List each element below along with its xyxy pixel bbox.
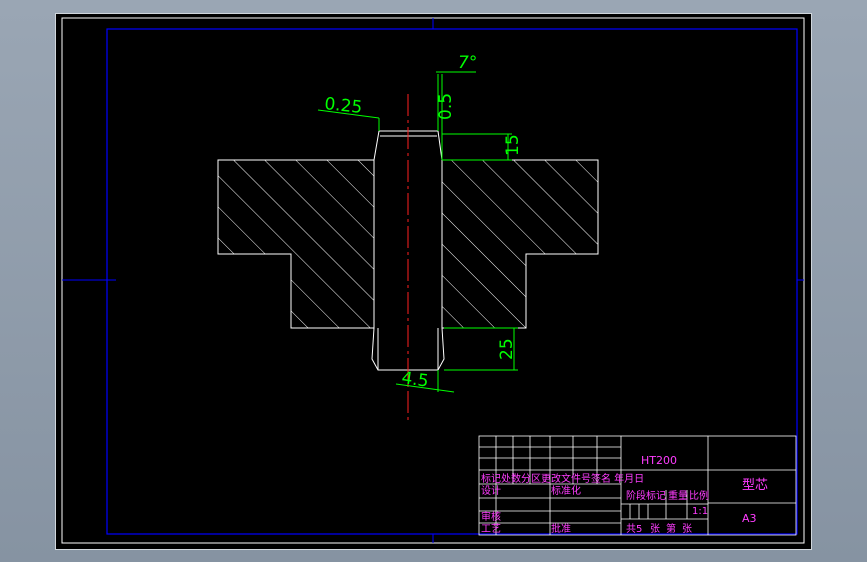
top-small-dimension: 0.5 bbox=[436, 93, 456, 120]
approve-label: 批准 bbox=[551, 522, 571, 535]
sheet-size: A3 bbox=[742, 512, 757, 525]
sheet-unit-1: 张 bbox=[650, 523, 660, 535]
drawing-canvas: 7° 0.25 0.5 15 25 4.5 HT200 型芯 A3 标记处数分区… bbox=[61, 17, 805, 544]
chamfer-dimension: 0.25 bbox=[323, 94, 363, 118]
angle-dimension: 7° bbox=[458, 53, 477, 73]
cad-viewport[interactable]: 7° 0.25 0.5 15 25 4.5 HT200 型芯 A3 标记处数分区… bbox=[55, 13, 812, 550]
section-left bbox=[217, 159, 375, 329]
process-label: 工艺 bbox=[481, 523, 501, 535]
bottom-height-dimension: 25 bbox=[497, 338, 517, 360]
standardize-label: 标准化 bbox=[551, 484, 581, 497]
sheet-border bbox=[61, 17, 805, 544]
sheet-total: 共5 bbox=[626, 523, 642, 535]
scale-value: 1:1 bbox=[692, 506, 708, 517]
designer-label: 设计 bbox=[481, 484, 501, 497]
stage-mark-header: 阶段标记 bbox=[626, 489, 666, 502]
part-name: 型芯 bbox=[742, 478, 768, 493]
sheet-index: 第 bbox=[666, 522, 676, 535]
bottom-width-dimension: 4.5 bbox=[400, 368, 430, 392]
center-marks bbox=[62, 18, 804, 543]
revision-header: 标记处数分区更改文件号签名 年月日 bbox=[481, 472, 644, 485]
sheet-unit-2: 张 bbox=[682, 523, 692, 535]
material-label: HT200 bbox=[641, 454, 677, 467]
review-label: 审核 bbox=[481, 510, 501, 523]
scale-header: 比例 bbox=[689, 489, 709, 502]
weight-header: 重量 bbox=[668, 489, 688, 502]
top-height-dimension: 15 bbox=[503, 134, 523, 156]
section-right bbox=[441, 159, 599, 329]
